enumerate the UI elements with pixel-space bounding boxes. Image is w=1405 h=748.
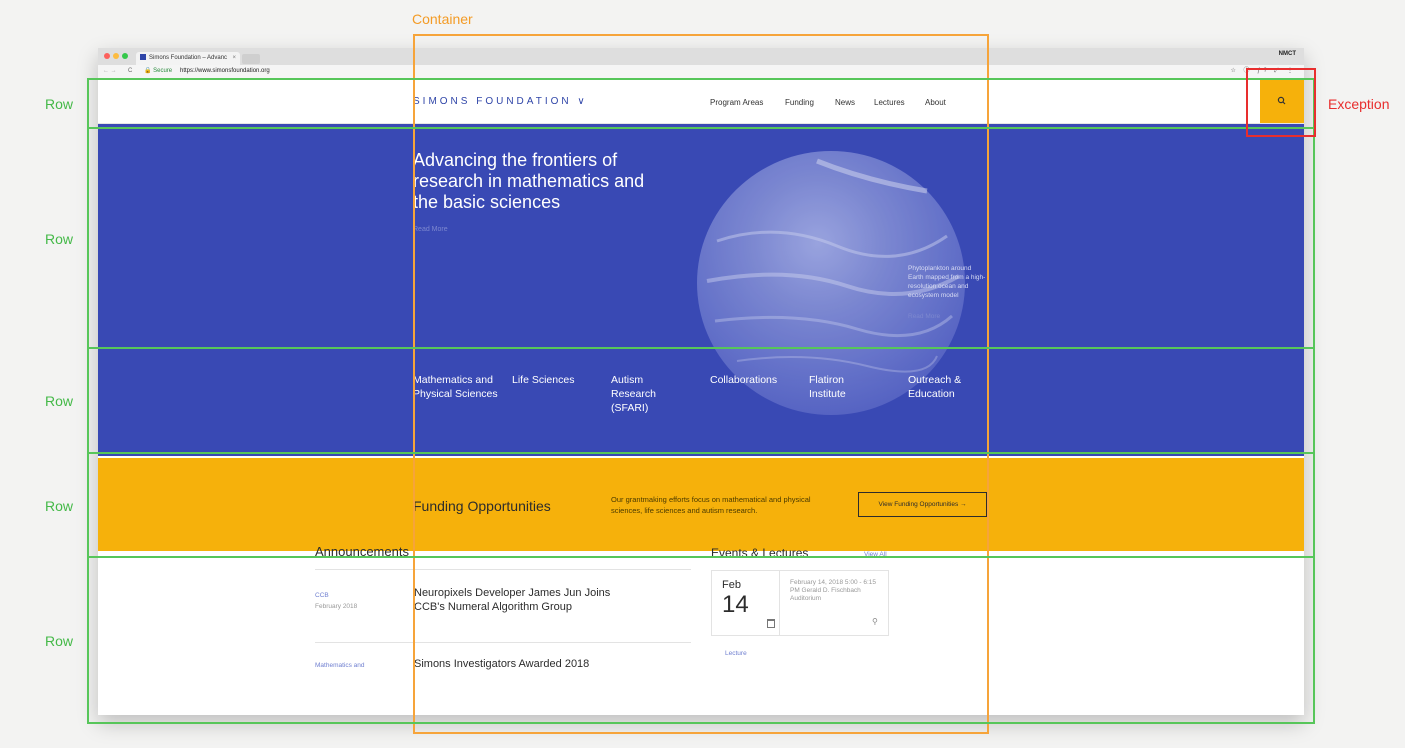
container-annotation-label: Container (412, 11, 473, 27)
row-annotation-box (87, 556, 1315, 724)
row-annotation-label: Row (45, 393, 74, 409)
exception-annotation-label: Exception (1328, 96, 1390, 112)
row-annotation-label: Row (45, 633, 74, 649)
close-window-dot[interactable] (104, 53, 110, 59)
reload-icon[interactable]: C (128, 65, 132, 78)
row-annotation-label: Row (45, 96, 74, 112)
row-annotation-box (87, 127, 1315, 349)
row-annotation-box (87, 452, 1315, 558)
new-tab-button[interactable] (242, 54, 260, 64)
row-annotation-box (87, 347, 1315, 454)
row-annotation-box (87, 78, 1315, 129)
favicon-icon (140, 54, 146, 60)
minimize-window-dot[interactable] (113, 53, 119, 59)
browser-tab[interactable]: Simons Foundation – Advanc × (136, 52, 240, 65)
back-forward-icon[interactable]: ← → (103, 65, 117, 78)
browser-user[interactable]: NMCT (1279, 51, 1296, 57)
row-annotation-label: Row (45, 498, 74, 514)
secure-badge: 🔒 Secure (144, 68, 173, 74)
tab-title: Simons Foundation – Advanc (149, 55, 228, 61)
exception-annotation-box (1246, 68, 1316, 137)
url-field[interactable]: https://www.simonsfoundation.org (180, 65, 270, 78)
zoom-window-dot[interactable] (122, 53, 128, 59)
row-annotation-label: Row (45, 231, 74, 247)
tab-close-icon[interactable]: × (232, 52, 236, 65)
